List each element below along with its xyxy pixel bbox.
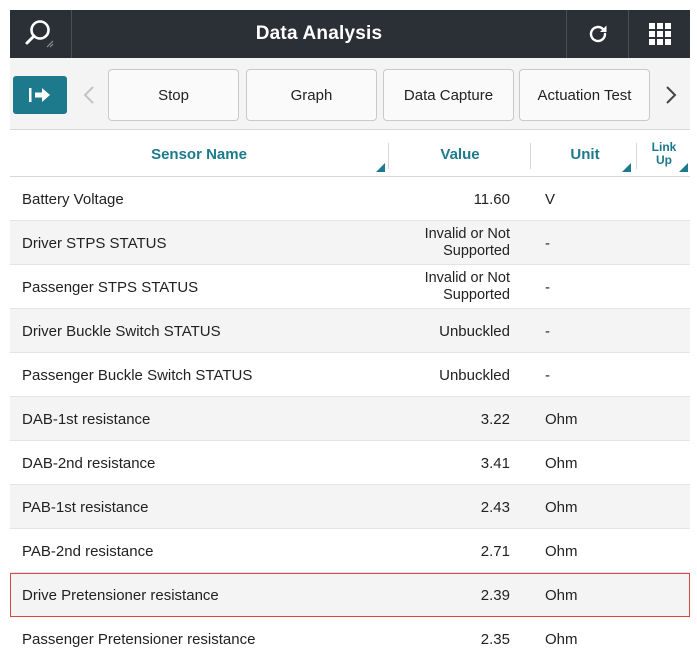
table-row[interactable]: DAB-2nd resistance 3.41 Ohm — [10, 441, 690, 485]
sensor-value: 3.22 — [480, 410, 510, 428]
sensor-value: 3.41 — [480, 454, 510, 472]
exit-button[interactable] — [13, 76, 67, 114]
table-row[interactable]: Passenger Buckle Switch STATUS Unbuckled… — [10, 353, 690, 397]
sensor-name: DAB-1st resistance — [22, 410, 151, 428]
column-header-value[interactable]: Value — [390, 131, 530, 177]
table-row-selected[interactable]: Drive Pretensioner resistance 2.39 Ohm — [10, 573, 690, 617]
sensor-name: PAB-1st resistance — [22, 498, 149, 516]
sensor-unit: - — [545, 322, 550, 340]
search-icon — [25, 20, 53, 48]
sensor-name: Driver Buckle Switch STATUS — [22, 322, 221, 340]
sensor-value: 2.35 — [480, 630, 510, 648]
graph-button[interactable]: Graph — [246, 69, 377, 121]
sensor-unit: - — [545, 278, 550, 296]
sensor-unit: Ohm — [545, 454, 578, 472]
grid-menu-button[interactable] — [628, 10, 690, 58]
column-divider — [636, 143, 637, 169]
search-button[interactable] — [10, 10, 72, 58]
table-row[interactable]: PAB-1st resistance 2.43 Ohm — [10, 485, 690, 529]
stop-button[interactable]: Stop — [108, 69, 239, 121]
sensor-unit: Ohm — [545, 410, 578, 428]
sensor-table-body: Battery Voltage 11.60 V Driver STPS STAT… — [10, 177, 690, 659]
sensor-name: Passenger Pretensioner resistance — [22, 630, 256, 648]
sensor-unit: - — [545, 234, 550, 252]
column-divider — [530, 143, 531, 169]
column-header-unit[interactable]: Unit — [534, 131, 636, 177]
grid-menu-icon — [648, 23, 671, 45]
column-header-label: Unit — [570, 145, 600, 163]
sort-indicator-icon — [376, 163, 385, 172]
sensor-name: Driver STPS STATUS — [22, 234, 167, 252]
sensor-unit: V — [545, 190, 556, 208]
refresh-icon — [589, 25, 606, 43]
sensor-value-line: Supported — [443, 243, 510, 259]
sensor-value: 2.39 — [480, 586, 510, 604]
sensor-unit: Ohm — [545, 498, 578, 516]
column-header-sensor-name[interactable]: Sensor Name — [10, 131, 388, 177]
sensor-value: Invalid or Not Supported — [390, 221, 510, 265]
sensor-value: 2.71 — [480, 542, 510, 560]
table-row[interactable]: PAB-2nd resistance 2.71 Ohm — [10, 529, 690, 573]
chevron-right-icon — [666, 86, 677, 104]
sensor-value-line: Supported — [443, 287, 510, 303]
sensor-name: Passenger STPS STATUS — [22, 278, 199, 296]
sensor-value: Unbuckled — [439, 366, 510, 384]
column-header-label: Sensor Name — [151, 145, 247, 163]
sensor-name: Passenger Buckle Switch STATUS — [22, 366, 253, 384]
toolbar: Stop Graph Data Capture Actuation Test — [10, 58, 690, 130]
page-title: Data Analysis — [255, 23, 383, 44]
sensor-name: Drive Pretensioner resistance — [22, 586, 219, 604]
sensor-value-line: Invalid or Not — [424, 270, 510, 286]
actuation-test-button[interactable]: Actuation Test — [519, 69, 650, 121]
table-row[interactable]: DAB-1st resistance 3.22 Ohm — [10, 397, 690, 441]
sensor-name: Battery Voltage — [22, 190, 124, 208]
sensor-unit: - — [545, 366, 550, 384]
table-row[interactable]: Passenger Pretensioner resistance 2.35 O… — [10, 617, 690, 659]
sensor-unit: Ohm — [545, 542, 578, 560]
table-row[interactable]: Driver STPS STATUS Invalid or Not Suppor… — [10, 221, 690, 265]
table-row[interactable]: Driver Buckle Switch STATUS Unbuckled - — [10, 309, 690, 353]
sensor-value: 11.60 — [473, 190, 510, 208]
app-frame: Data Analysis Stop Graph Data Capture Ac… — [10, 10, 690, 659]
scroll-right-button[interactable] — [658, 80, 684, 110]
sensor-unit: Ohm — [545, 586, 578, 604]
sensor-unit: Ohm — [545, 630, 578, 648]
column-header-label: Value — [440, 145, 480, 163]
scroll-left-button[interactable] — [76, 80, 102, 110]
table-header: Sensor Name Value Unit Link Up — [10, 131, 690, 177]
sensor-value: Invalid or Not Supported — [390, 265, 510, 309]
refresh-button[interactable] — [566, 10, 628, 58]
table-row[interactable]: Battery Voltage 11.60 V — [10, 177, 690, 221]
column-header-label: Up — [656, 153, 672, 167]
chevron-left-icon — [83, 86, 94, 104]
column-divider — [388, 143, 389, 169]
sort-indicator-icon — [622, 163, 631, 172]
sensor-value: 2.43 — [480, 498, 510, 516]
sensor-name: DAB-2nd resistance — [22, 454, 156, 472]
title-bar: Data Analysis — [10, 10, 690, 58]
table-row[interactable]: Passenger STPS STATUS Invalid or Not Sup… — [10, 265, 690, 309]
exit-arrow-icon — [29, 88, 50, 102]
sort-indicator-icon — [679, 163, 688, 172]
sensor-value-line: Invalid or Not — [424, 226, 510, 242]
data-capture-button[interactable]: Data Capture — [383, 69, 514, 121]
sensor-value: Unbuckled — [439, 322, 510, 340]
sensor-name: PAB-2nd resistance — [22, 542, 154, 560]
